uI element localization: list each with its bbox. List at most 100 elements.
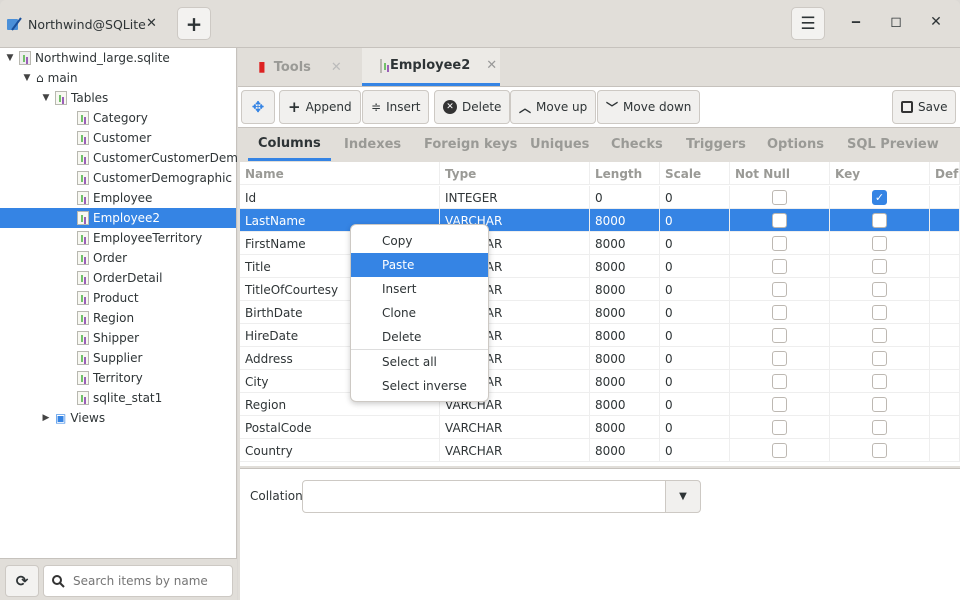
table-row[interactable]: FirstNameVARCHAR80000 [240, 232, 960, 255]
subtab-uniques[interactable]: Uniques [520, 128, 599, 161]
menu-item-select-all[interactable]: Select all [351, 350, 488, 374]
tree-tables-folder[interactable]: ▼ Tables [41, 88, 108, 108]
close-window-button[interactable]: ✕ [926, 14, 946, 30]
key-checkbox[interactable] [872, 397, 887, 412]
not-null-checkbox[interactable] [772, 213, 787, 228]
key-checkbox[interactable] [872, 236, 887, 251]
cell-scale[interactable]: 0 [660, 370, 730, 393]
cell-length[interactable]: 8000 [590, 209, 660, 232]
tab-employee2[interactable]: Employee2 ✕ [362, 48, 500, 86]
cell-scale[interactable]: 0 [660, 439, 730, 462]
plugin-button[interactable]: ✥ [241, 90, 275, 124]
not-null-checkbox[interactable] [772, 443, 787, 458]
tree-table-item[interactable]: Category [77, 108, 148, 128]
table-row[interactable]: TitleVARCHAR80000 [240, 255, 960, 278]
table-row[interactable]: AddressVARCHAR80000 [240, 347, 960, 370]
tree-table-item[interactable]: Employee [77, 188, 152, 208]
table-row[interactable]: Country VARCHAR 8000 0 [240, 439, 960, 462]
tree-table-item[interactable]: Product [77, 288, 139, 308]
cell-scale[interactable]: 0 [660, 186, 730, 209]
menu-item-delete[interactable]: Delete [351, 325, 488, 349]
connection-tab[interactable]: Northwind@SQLite ✕ [6, 12, 157, 36]
cell-length[interactable]: 8000 [590, 232, 660, 255]
search-box[interactable] [43, 565, 233, 597]
cell-default[interactable] [930, 324, 960, 347]
cell-length[interactable]: 8000 [590, 278, 660, 301]
delete-button[interactable]: ✕ Delete [434, 90, 511, 124]
cell-default[interactable] [930, 278, 960, 301]
tree-table-item[interactable]: Customer [77, 128, 151, 148]
subtab-triggers[interactable]: Triggers [676, 128, 756, 161]
cell-type[interactable]: VARCHAR [440, 439, 590, 462]
menu-item-paste[interactable]: Paste [351, 253, 488, 277]
cell-length[interactable]: 8000 [590, 439, 660, 462]
key-checkbox[interactable] [872, 282, 887, 297]
cell-length[interactable]: 8000 [590, 416, 660, 439]
insert-button[interactable]: ≑ Insert [362, 90, 430, 124]
not-null-checkbox[interactable] [772, 236, 787, 251]
move-down-button[interactable]: ﹀ Move down [597, 90, 701, 124]
tree-table-item[interactable]: Territory [77, 368, 143, 388]
cell-name[interactable]: Id [240, 186, 440, 209]
append-button[interactable]: + Append [279, 90, 361, 124]
column-header[interactable]: Not Null [730, 162, 830, 185]
table-row[interactable]: CityVARCHAR80000 [240, 370, 960, 393]
cell-type[interactable]: INTEGER [440, 186, 590, 209]
column-header[interactable]: Length [590, 162, 660, 185]
cell-length[interactable]: 0 [590, 186, 660, 209]
tree-table-item[interactable]: CustomerCustomerDemo [77, 148, 245, 168]
cell-scale[interactable]: 0 [660, 301, 730, 324]
collation-input[interactable] [302, 480, 666, 513]
tree-table-item[interactable]: sqlite_stat1 [77, 388, 162, 408]
cell-default[interactable] [930, 255, 960, 278]
expand-arrow-icon[interactable]: ▼ [22, 73, 32, 83]
cell-default[interactable] [930, 209, 960, 232]
cell-name[interactable]: Country [240, 439, 440, 462]
tree-table-item[interactable]: EmployeeTerritory [77, 228, 202, 248]
cell-length[interactable]: 8000 [590, 347, 660, 370]
tree-table-item[interactable]: CustomerDemographic [77, 168, 232, 188]
new-tab-button[interactable]: + [177, 7, 211, 40]
tree-table-item[interactable]: Region [77, 308, 134, 328]
not-null-checkbox[interactable] [772, 420, 787, 435]
not-null-checkbox[interactable] [772, 305, 787, 320]
table-row[interactable]: LastName VARCHAR 8000 0 [240, 209, 960, 232]
table-row[interactable]: HireDateVARCHAR80000 [240, 324, 960, 347]
not-null-checkbox[interactable] [772, 328, 787, 343]
tree-table-item[interactable]: OrderDetail [77, 268, 162, 288]
expand-arrow-icon[interactable]: ▼ [41, 93, 51, 103]
cell-name[interactable]: PostalCode [240, 416, 440, 439]
cell-length[interactable]: 8000 [590, 393, 660, 416]
search-input[interactable] [73, 574, 223, 588]
key-checkbox[interactable] [872, 351, 887, 366]
tab-tools[interactable]: ▮ Tools ✕ [240, 48, 358, 86]
move-up-button[interactable]: ︿ Move up [510, 90, 597, 124]
not-null-checkbox[interactable] [772, 259, 787, 274]
key-checkbox[interactable] [872, 259, 887, 274]
cell-default[interactable] [930, 393, 960, 416]
cell-length[interactable]: 8000 [590, 324, 660, 347]
key-checkbox[interactable] [872, 374, 887, 389]
column-header[interactable]: Def [930, 162, 960, 185]
subtab-indexes[interactable]: Indexes [334, 128, 411, 161]
key-checkbox[interactable] [872, 420, 887, 435]
key-checkbox[interactable] [872, 213, 887, 228]
close-tab-icon[interactable]: ✕ [486, 58, 497, 73]
cell-length[interactable]: 8000 [590, 301, 660, 324]
column-header[interactable]: Name [240, 162, 440, 185]
tree-table-item[interactable]: Supplier [77, 348, 142, 368]
subtab-options[interactable]: Options [757, 128, 834, 161]
expand-arrow-icon[interactable]: ▼ [5, 53, 15, 63]
cell-default[interactable] [930, 301, 960, 324]
key-checkbox[interactable] [872, 328, 887, 343]
refresh-button[interactable]: ⟳ [5, 565, 39, 597]
cell-scale[interactable]: 0 [660, 347, 730, 370]
table-row[interactable]: PostalCode VARCHAR 8000 0 [240, 416, 960, 439]
not-null-checkbox[interactable] [772, 397, 787, 412]
cell-scale[interactable]: 0 [660, 416, 730, 439]
table-row[interactable]: Region VARCHAR 8000 0 [240, 393, 960, 416]
table-row[interactable]: BirthDateVARCHAR80000 [240, 301, 960, 324]
menu-item-select-inverse[interactable]: Select inverse [351, 374, 488, 398]
cell-default[interactable] [930, 186, 960, 209]
cell-default[interactable] [930, 232, 960, 255]
